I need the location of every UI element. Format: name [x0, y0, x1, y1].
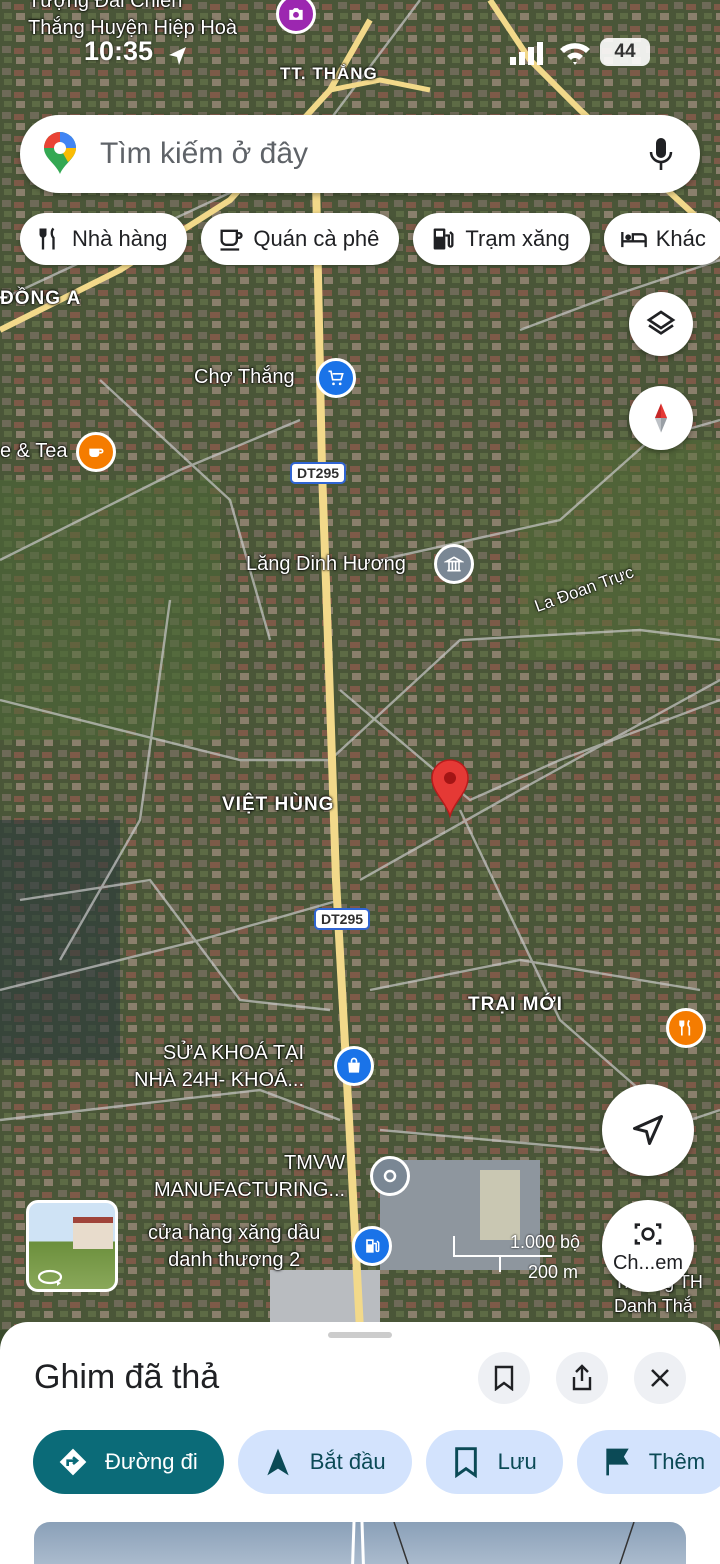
share-button[interactable] — [556, 1352, 608, 1404]
save-button[interactable]: Lưu — [425, 1430, 563, 1494]
map-label-tea[interactable]: e & Tea — [0, 440, 67, 463]
bookmark-outline-icon — [494, 1365, 514, 1391]
share-icon — [572, 1364, 592, 1391]
my-location-button[interactable] — [602, 1084, 694, 1176]
navigation-arrow-icon — [633, 1115, 663, 1145]
place-bottom-sheet[interactable]: Ghim đã thả Đường đi Bắt đầu Lưu Thêm — [0, 1322, 720, 1564]
sheet-actions: Đường đi Bắt đầu Lưu Thêm — [33, 1430, 720, 1494]
shopping-cart-icon[interactable] — [316, 358, 356, 398]
lens-label: Ch...em — [612, 1251, 684, 1274]
map-label-tmvw[interactable]: TMVW MANUFACTURING... — [154, 1150, 345, 1204]
map-label-tt-thang[interactable]: TT. THẮNG — [280, 64, 378, 84]
compass-icon — [654, 403, 668, 433]
search-input[interactable]: Tìm kiếm ở đây — [100, 137, 648, 171]
coffee-cup-icon[interactable] — [76, 432, 116, 472]
road-shield-dt295-top: DT295 — [290, 462, 347, 484]
sheet-title: Ghim đã thả — [34, 1358, 220, 1396]
map-label-sua-khoa[interactable]: SỬA KHOÁ TẠI NHÀ 24H- KHOÁ... — [134, 1040, 304, 1094]
chip-gas[interactable]: Trạm xăng — [413, 213, 590, 265]
camera-search-icon — [634, 1222, 662, 1245]
monument-icon[interactable] — [434, 544, 474, 584]
category-chips: Nhà hàng Quán cà phê Trạm xăng Khác — [20, 213, 720, 265]
lens-button[interactable]: Ch...em — [602, 1200, 694, 1292]
dropped-pin-icon[interactable] — [428, 756, 472, 818]
coffee-icon — [220, 229, 244, 251]
search-bar[interactable]: Tìm kiếm ở đây — [20, 115, 700, 193]
fork-knife-icon — [39, 227, 55, 250]
battery-indicator: 44 — [600, 38, 650, 66]
sheet-drag-handle[interactable] — [328, 1332, 392, 1338]
status-time: 10:35 — [84, 36, 154, 66]
flag-icon — [606, 1448, 629, 1476]
add-label-text: Thêm — [648, 1449, 706, 1474]
map-label-trai-moi[interactable]: TRẠI MỚI — [468, 994, 563, 1016]
street-view-thumbnail[interactable] — [26, 1200, 118, 1292]
map-label-viet-hung[interactable]: VIỆT HÙNG — [222, 794, 334, 816]
chip-label: Khác — [655, 226, 706, 251]
compass-button[interactable] — [629, 386, 693, 450]
shopping-bag-icon[interactable] — [334, 1046, 374, 1086]
layers-button[interactable] — [629, 292, 693, 356]
microphone-icon[interactable] — [648, 136, 674, 172]
chip-restaurants[interactable]: Nhà hàng — [20, 213, 188, 265]
gas-pump-icon — [434, 228, 454, 250]
directions-label: Đường đi — [105, 1449, 198, 1474]
navigation-arrow-icon — [267, 1448, 289, 1476]
location-arrow-icon — [169, 47, 186, 65]
chip-label: Quán cà phê — [253, 226, 380, 251]
map-label-lang-dinh-huong[interactable]: Lăng Dinh Hương — [246, 553, 406, 576]
close-icon — [651, 1369, 669, 1387]
chip-label: Nhà hàng — [72, 226, 168, 251]
chip-coffee[interactable]: Quán cà phê — [201, 213, 400, 265]
scale-bar-lines — [453, 1236, 552, 1272]
bookmark-icon — [454, 1447, 477, 1478]
chip-more[interactable]: Khác — [603, 213, 720, 265]
power-lines-image — [351, 1522, 635, 1564]
map-label-cua-hang-xang-dau[interactable]: cửa hàng xăng dầu danh thượng 2 — [148, 1220, 320, 1274]
chip-label: Trạm xăng — [465, 226, 570, 251]
restaurant-icon[interactable] — [666, 1008, 706, 1048]
start-button[interactable]: Bắt đầu — [237, 1430, 412, 1494]
house-image — [73, 1217, 113, 1249]
wifi-icon — [560, 43, 590, 65]
bed-icon — [620, 232, 647, 248]
save-label: Lưu — [497, 1449, 537, 1474]
road-shield-dt295-bottom: DT295 — [314, 908, 371, 930]
cellular-signal-icon — [510, 42, 543, 65]
map-scale: 1.000 bộ 200 m — [452, 1232, 592, 1292]
rotate-360-icon — [37, 1269, 63, 1286]
gas-station-icon[interactable] — [352, 1226, 392, 1266]
add-label-button[interactable]: Thêm — [576, 1430, 720, 1494]
save-icon-button[interactable] — [478, 1352, 530, 1404]
map-label-cho-thang[interactable]: Chợ Thắng — [194, 366, 295, 389]
place-icon[interactable] — [370, 1156, 410, 1196]
start-label: Bắt đầu — [309, 1449, 386, 1474]
layers-icon — [646, 310, 676, 335]
directions-icon — [59, 1448, 87, 1476]
google-maps-pin-icon — [44, 132, 76, 174]
close-button[interactable] — [634, 1352, 686, 1404]
directions-button[interactable]: Đường đi — [33, 1430, 224, 1494]
map-label-dong-a[interactable]: ĐỒNG A — [0, 288, 81, 310]
place-photo[interactable] — [34, 1522, 686, 1564]
